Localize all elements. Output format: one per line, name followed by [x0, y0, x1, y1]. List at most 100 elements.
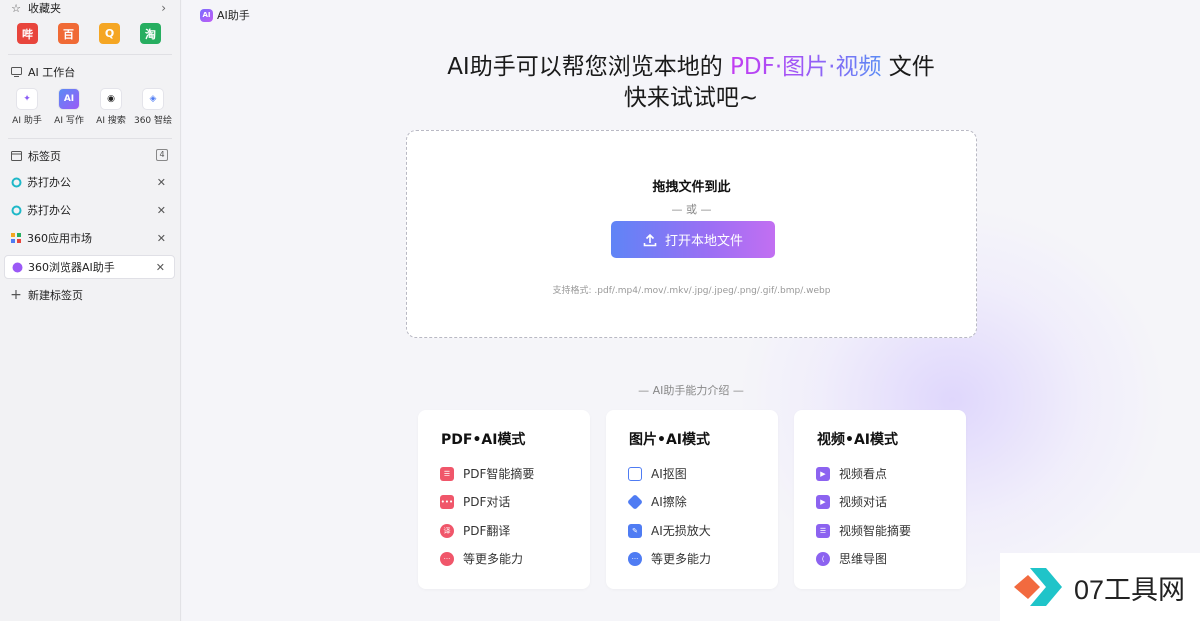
feature-label: AI抠图	[651, 467, 687, 481]
eraser-icon	[627, 493, 643, 510]
workspace-title: AI 工作台	[28, 66, 76, 79]
feature-item[interactable]: AI抠图	[628, 465, 687, 482]
feature-card-video: 视频•AI模式 ▶ 视频看点 ▶ 视频对话 ☰ 视频智能摘要 ⟨ 思维导图	[794, 410, 966, 589]
more-icon: ···	[628, 551, 642, 566]
file-dropzone[interactable]: 拖拽文件到此 — 或 — 打开本地文件 支持格式: .pdf/.mp4/.mov…	[406, 130, 977, 338]
favorite-q[interactable]: Q	[99, 23, 120, 44]
ws-ai-writing[interactable]: AI AI 写作	[52, 88, 86, 126]
feature-card-image: 图片•AI模式 AI抠图 AI擦除 ✎ AI无损放大 ··· 等更多能力	[606, 410, 778, 589]
open-local-file-label: 打开本地文件	[664, 234, 743, 249]
feature-item[interactable]: ▶ 视频对话	[816, 493, 887, 510]
feature-label: AI无损放大	[651, 524, 711, 538]
tab-360-ai-assistant[interactable]: 360浏览器AI助手 ✕	[4, 255, 175, 279]
tabs-icon	[10, 150, 22, 162]
topbar: AI AI助手	[200, 7, 250, 23]
ws-ai-search[interactable]: ◉ AI 搜索	[94, 88, 128, 126]
layers-icon: ◈	[142, 88, 164, 110]
favorites-header[interactable]: ☆ 收藏夹 ›	[0, 0, 180, 16]
favorites-list: 哔 百 Q 淘	[17, 23, 161, 44]
translate-icon: 译	[440, 523, 454, 538]
favorite-taobao[interactable]: 淘	[140, 23, 161, 44]
favorite-baidu[interactable]: 百	[58, 23, 79, 44]
feature-item[interactable]: ▶ 视频看点	[816, 465, 887, 482]
ai-writing-icon: AI	[58, 88, 80, 110]
hero-prefix: AI助手可以帮您浏览本地的	[447, 54, 731, 80]
main-content: AI AI助手 AI助手可以帮您浏览本地的 PDF·图片·视频 文件 快来试试吧…	[182, 0, 1200, 621]
feature-item[interactable]: ··· 等更多能力	[628, 550, 711, 567]
mindmap-icon: ⟨	[816, 551, 830, 566]
dropzone-title: 拖拽文件到此	[652, 180, 731, 195]
feature-label: 视频智能摘要	[839, 524, 912, 538]
tab-label: 苏打办公	[27, 204, 71, 217]
watermark-logo-icon	[1014, 568, 1062, 606]
ws-360-paint[interactable]: ◈ 360 智绘	[134, 88, 172, 126]
feature-card-pdf: PDF•AI模式 ☰ PDF智能摘要 ••• PDF对话 译 PDF翻译 ··· 等更多…	[418, 410, 590, 589]
video-play-icon: ▶	[816, 466, 830, 481]
dropzone-or: — 或 —	[671, 203, 712, 216]
feature-item[interactable]: ✎ AI无损放大	[628, 522, 711, 539]
divider	[8, 54, 172, 55]
open-local-file-button[interactable]: 打开本地文件	[611, 221, 775, 258]
feature-label: PDF对话	[463, 495, 511, 509]
hero-headline: AI助手可以帮您浏览本地的 PDF·图片·视频 文件 快来试试吧~	[182, 52, 1200, 114]
feature-item[interactable]: ••• PDF对话	[440, 493, 510, 510]
card-title: 图片•AI模式	[629, 432, 710, 448]
ws-label: AI 助手	[12, 116, 42, 126]
workspace-grid: ✦ AI 助手 AI AI 写作 ◉ AI 搜索 ◈ 360 智绘	[10, 88, 172, 126]
feature-item[interactable]: 译 PDF翻译	[440, 522, 510, 539]
cutout-icon	[628, 466, 642, 481]
plus-icon: +	[10, 287, 22, 303]
upload-icon	[643, 233, 657, 246]
feature-item[interactable]: AI擦除	[627, 493, 687, 510]
sudaoffice-icon	[10, 204, 22, 216]
feature-item[interactable]: ⟨ 思维导图	[816, 550, 887, 567]
tabs-title: 标签页	[28, 150, 61, 163]
close-icon[interactable]: ✕	[157, 232, 166, 245]
feature-label: 思维导图	[839, 552, 888, 566]
star-icon: ☆	[11, 1, 21, 15]
favorite-bilibili[interactable]: 哔	[17, 23, 38, 44]
video-chat-icon: ▶	[816, 494, 830, 509]
workspace-header: AI 工作台	[0, 62, 180, 82]
hero-highlight: PDF·图片·视频	[730, 54, 882, 80]
page-title: AI助手	[217, 9, 250, 22]
tab-sudaoffice-2[interactable]: 苏打办公 ✕	[4, 198, 175, 222]
hero-line2: 快来试试吧~	[623, 85, 759, 111]
feature-item[interactable]: ☰ 视频智能摘要	[816, 522, 911, 539]
chevron-right-icon[interactable]: ›	[161, 1, 166, 15]
supported-formats: 支持格式: .pdf/.mp4/.mov/.mkv/.jpg/.jpeg/.pn…	[552, 286, 831, 296]
ai-search-icon: ◉	[100, 88, 122, 110]
feature-label: 视频对话	[839, 495, 888, 509]
close-icon[interactable]: ✕	[157, 176, 166, 189]
divider	[8, 138, 172, 139]
feature-label: PDF智能摘要	[463, 467, 535, 481]
monitor-icon	[10, 66, 22, 78]
hero-line1: AI助手可以帮您浏览本地的 PDF·图片·视频 文件	[182, 52, 1200, 83]
tabs-header: 标签页 4	[0, 146, 180, 166]
feature-label: PDF翻译	[463, 524, 511, 538]
favorites-title: 收藏夹	[28, 2, 61, 15]
list-icon: ☰	[440, 466, 454, 481]
close-icon[interactable]: ✕	[157, 204, 166, 217]
upscale-icon: ✎	[628, 523, 642, 538]
new-tab-button[interactable]: + 新建标签页	[0, 285, 180, 305]
feature-item[interactable]: ☰ PDF智能摘要	[440, 465, 534, 482]
card-title: PDF•AI模式	[441, 432, 526, 448]
close-icon[interactable]: ✕	[156, 261, 165, 274]
sidebar: ☆ 收藏夹 › 哔 百 Q 淘 AI 工作台 ✦ AI 助手 AI AI 写作 …	[0, 0, 181, 621]
tab-sudaoffice-1[interactable]: 苏打办公 ✕	[4, 170, 175, 194]
app-grid-icon	[10, 232, 22, 244]
ws-ai-assistant[interactable]: ✦ AI 助手	[10, 88, 44, 126]
hero-suffix: 文件	[881, 54, 935, 80]
card-title: 视频•AI模式	[817, 432, 898, 448]
more-icon: ···	[440, 551, 454, 566]
ai-logo-icon: AI	[200, 8, 213, 22]
summary-icon: ☰	[816, 523, 830, 538]
tab-360-appstore[interactable]: 360应用市场 ✕	[4, 226, 175, 250]
tab-label: 苏打办公	[27, 176, 71, 189]
feature-label: AI擦除	[651, 495, 687, 509]
new-tab-label: 新建标签页	[28, 289, 83, 302]
tab-label: 360应用市场	[27, 232, 92, 245]
tab-label: 360浏览器AI助手	[28, 261, 115, 274]
feature-item[interactable]: ··· 等更多能力	[440, 550, 523, 567]
